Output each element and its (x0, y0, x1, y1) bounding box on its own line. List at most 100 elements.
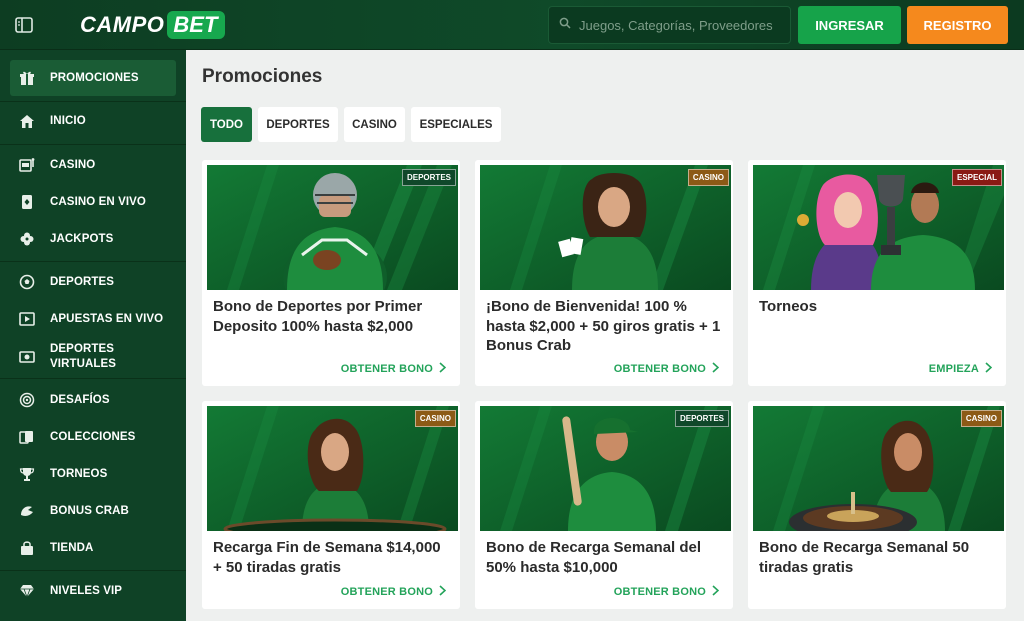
page-title: Promociones (202, 66, 323, 87)
promo-image-dealer-roulette: CASINO (753, 406, 1004, 531)
sidebar-divider (0, 101, 186, 102)
sidebar-divider (0, 378, 186, 379)
search-input[interactable] (579, 17, 784, 33)
promo-image-dealer-table: CASINO (207, 406, 458, 531)
tab-deportes[interactable]: DEPORTES (258, 107, 338, 142)
sidebar-item-colecciones[interactable]: COLECCIONES (10, 422, 176, 452)
promo-card-torneos[interactable]: ESPECIAL Torneos EMPIEZA (748, 160, 1006, 386)
obtener-bono-link[interactable]: OBTENER BONO (340, 585, 447, 599)
sidebar-toggle-icon[interactable] (14, 15, 34, 35)
trophy-icon (18, 465, 36, 483)
search-box[interactable] (548, 6, 791, 44)
sidebar-item-niveles-vip[interactable]: NIVELES VIP (10, 576, 176, 606)
sidebar-item-label: TORNEOS (50, 468, 108, 480)
sidebar-item-label: INICIO (50, 115, 86, 127)
crab-claw-icon (18, 502, 36, 520)
chevron-right-icon (712, 362, 720, 376)
gift-icon (18, 69, 36, 87)
sidebar-item-label: BONUS CRAB (50, 505, 129, 517)
home-icon (18, 112, 36, 130)
shopping-bag-icon (18, 539, 36, 557)
promo-title: Bono de Recarga Semanal 50 tiradas grati… (759, 539, 970, 576)
promo-image-tournament-trophy: ESPECIAL (753, 165, 1004, 290)
sidebar-item-label: DEPORTES (50, 276, 115, 288)
sidebar-item-tienda[interactable]: TIENDA (10, 533, 176, 563)
sidebar: PROMOCIONES INICIO CASINO CASINO EN VIVO… (0, 50, 186, 621)
sidebar-item-label: TIENDA (50, 542, 94, 554)
logo-bet-text: BET (167, 11, 226, 39)
tab-especiales[interactable]: ESPECIALES (411, 107, 501, 142)
category-badge: CASINO (414, 410, 456, 427)
sidebar-item-label: COLECCIONES (50, 431, 136, 443)
promo-card-bono-bienvenida[interactable]: CASINO ¡Bono de Bienvenida! 100 % hasta … (475, 160, 733, 386)
sidebar-item-label: JACKPOTS (50, 233, 114, 245)
campobet-logo[interactable]: CAMPO BET (80, 11, 226, 39)
sidebar-item-promociones[interactable]: PROMOCIONES (10, 60, 176, 96)
tab-casino[interactable]: CASINO (344, 107, 405, 142)
category-badge: DEPORTES (674, 410, 729, 427)
promo-card-recarga-fin-semana[interactable]: CASINO Recarga Fin de Semana $14,000 + 5… (202, 401, 460, 609)
cta-label: OBTENER BONO (613, 586, 706, 598)
obtener-bono-link[interactable]: OBTENER BONO (613, 362, 720, 376)
promo-title: Bono de Recarga Semanal del 50% hasta $1… (486, 539, 702, 576)
sidebar-item-label: APUESTAS EN VIVO (50, 313, 164, 325)
cta-label: EMPIEZA (928, 363, 979, 375)
login-button[interactable]: INGRESAR (798, 6, 901, 44)
cta-label: OBTENER BONO (613, 363, 706, 375)
category-badge: DEPORTES (401, 169, 456, 186)
promo-title: Torneos (759, 298, 818, 315)
sidebar-divider (0, 144, 186, 145)
empieza-link[interactable]: EMPIEZA (928, 362, 993, 376)
promo-title: Recarga Fin de Semana $14,000 + 50 tirad… (213, 539, 441, 576)
category-badge: CASINO (960, 410, 1002, 427)
clover-icon (18, 230, 36, 248)
promo-card-recarga-semanal-deportes[interactable]: DEPORTES Bono de Recarga Semanal del 50%… (475, 401, 733, 609)
diamond-icon (18, 582, 36, 600)
promo-image-baseball-player: DEPORTES (480, 406, 731, 531)
register-button[interactable]: REGISTRO (907, 6, 1008, 44)
sidebar-divider (0, 570, 186, 571)
promo-title: ¡Bono de Bienvenida! 100 % hasta $2,000 … (486, 298, 721, 354)
chevron-right-icon (439, 362, 447, 376)
play-screen-icon (18, 310, 36, 328)
soccer-ball-icon (18, 273, 36, 291)
sidebar-item-casino[interactable]: CASINO (10, 150, 176, 180)
sidebar-item-label: CASINO (50, 159, 96, 171)
category-badge: ESPECIAL (951, 169, 1002, 186)
sidebar-item-desafios[interactable]: DESAFÍOS (10, 385, 176, 415)
sidebar-item-inicio[interactable]: INICIO (10, 106, 176, 136)
obtener-bono-link[interactable]: OBTENER BONO (340, 362, 447, 376)
promo-card-deportes-primer-deposito[interactable]: DEPORTES Bono de Deportes por Primer Dep… (202, 160, 460, 386)
top-header: CAMPO BET INGRESAR REGISTRO (0, 0, 1024, 50)
sidebar-item-label: PROMOCIONES (50, 72, 139, 84)
sidebar-item-casino-en-vivo[interactable]: CASINO EN VIVO (10, 187, 176, 217)
chevron-right-icon (712, 585, 720, 599)
cards-icon (18, 428, 36, 446)
sidebar-divider (0, 261, 186, 262)
sidebar-item-torneos[interactable]: TORNEOS (10, 459, 176, 489)
sidebar-item-apuestas-en-vivo[interactable]: APUESTAS EN VIVO (10, 304, 176, 334)
sidebar-item-label: DESAFÍOS (50, 394, 110, 406)
category-badge: CASINO (687, 169, 729, 186)
sidebar-item-deportes[interactable]: DEPORTES (10, 267, 176, 297)
sidebar-item-deportes-virtuales[interactable]: DEPORTES VIRTUALES (10, 340, 176, 374)
search-icon (559, 16, 571, 34)
tab-todo[interactable]: TODO (201, 107, 252, 142)
target-icon (18, 391, 36, 409)
sidebar-item-label: CASINO EN VIVO (50, 196, 146, 208)
obtener-bono-link[interactable]: OBTENER BONO (613, 585, 720, 599)
cta-label: OBTENER BONO (340, 586, 433, 598)
chevron-right-icon (985, 362, 993, 376)
promo-card-recarga-semanal-tiradas[interactable]: CASINO Bono de Recarga Semanal 50 tirada… (748, 401, 1006, 609)
cta-label: OBTENER BONO (340, 363, 433, 375)
promo-image-football-player: DEPORTES (207, 165, 458, 290)
virtual-sports-icon (18, 348, 36, 366)
slot-machine-icon (18, 156, 36, 174)
sidebar-item-bonus-crab[interactable]: BONUS CRAB (10, 496, 176, 526)
chevron-right-icon (439, 585, 447, 599)
promo-title: Bono de Deportes por Primer Deposito 100… (213, 298, 423, 335)
sidebar-item-jackpots[interactable]: JACKPOTS (10, 224, 176, 254)
promo-image-dealer-cards: CASINO (480, 165, 731, 290)
logo-campo-text: CAMPO (80, 12, 165, 37)
sidebar-item-label: DEPORTES VIRTUALES (50, 343, 117, 370)
